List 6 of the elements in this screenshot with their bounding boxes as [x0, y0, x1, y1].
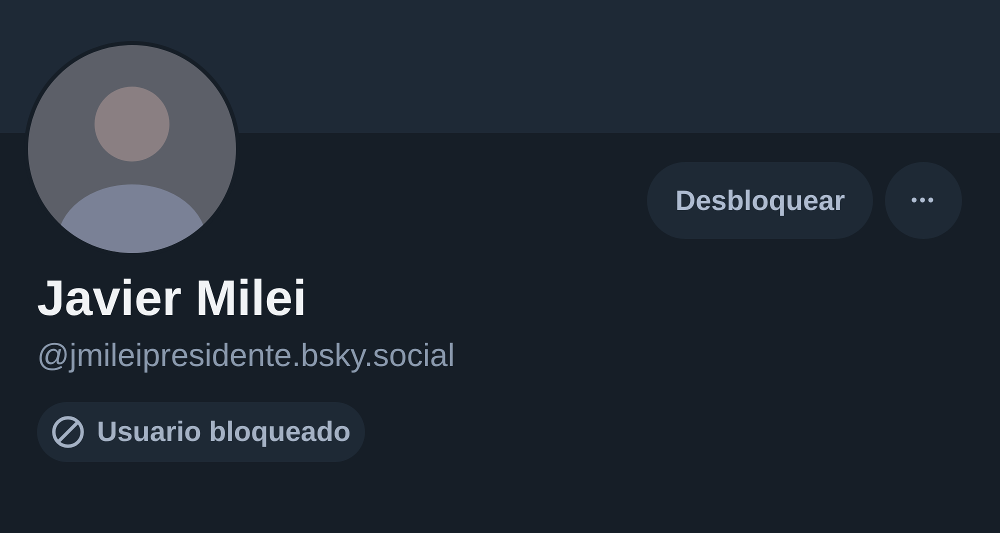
handle: @jmileipresidente.bsky.social: [37, 336, 455, 375]
blocked-icon: [51, 415, 85, 449]
blocked-label: Usuario bloqueado: [97, 415, 351, 449]
unblock-button[interactable]: Desbloquear: [647, 162, 873, 239]
more-button[interactable]: •••: [885, 162, 962, 239]
display-name: Javier Milei: [37, 269, 307, 328]
